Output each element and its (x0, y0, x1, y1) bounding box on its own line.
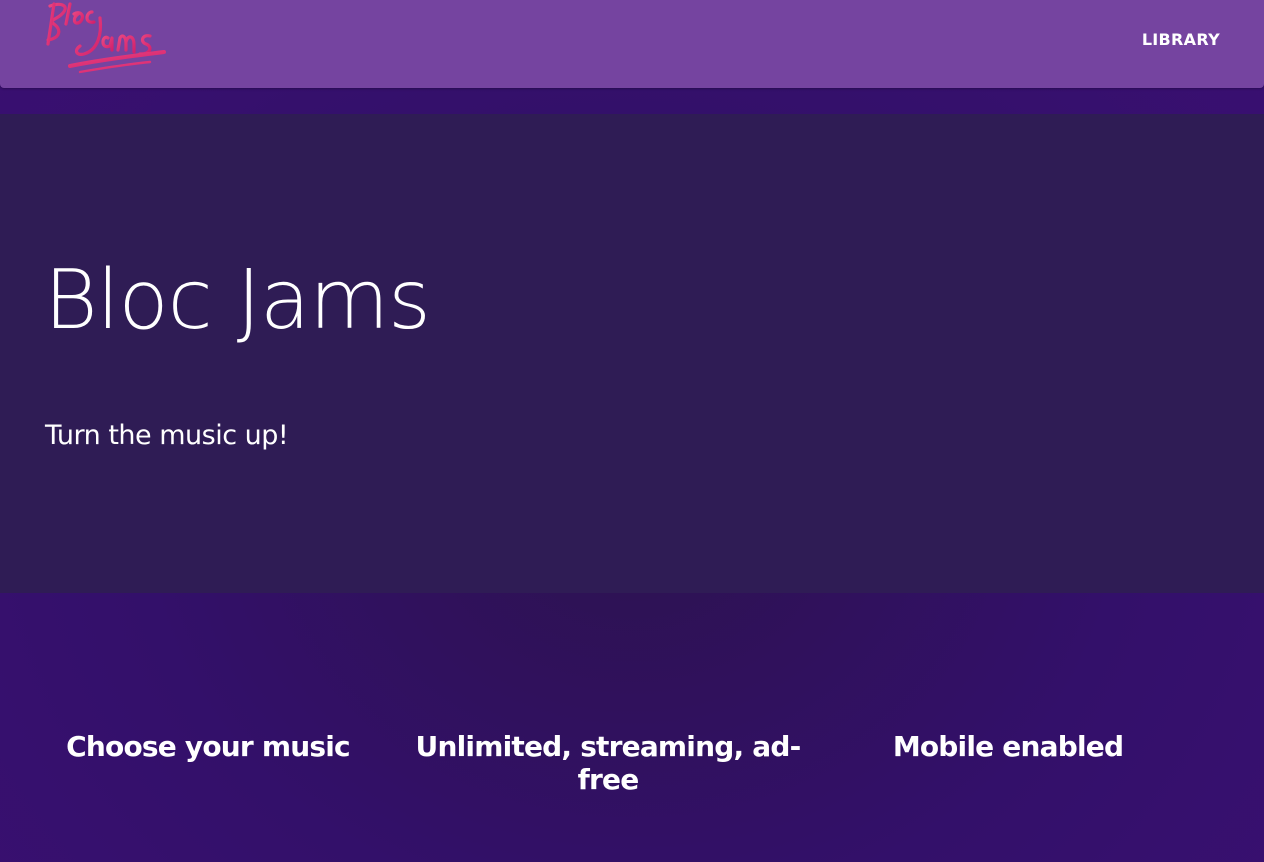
navbar: LIBRARY (0, 0, 1264, 88)
selling-point: Unlimited, streaming, ad-free (408, 730, 808, 796)
hero-section: Bloc Jams Turn the music up! (0, 114, 1264, 593)
selling-point-title: Mobile enabled (892, 730, 1124, 763)
hero-title: Bloc Jams (44, 253, 431, 348)
nav-link-library[interactable]: LIBRARY (1142, 30, 1220, 49)
selling-point: Choose your music (8, 730, 408, 763)
selling-point: Mobile enabled (808, 730, 1208, 763)
selling-points-section: Choose your music Unlimited, streaming, … (0, 593, 1264, 862)
bloc-jams-logo[interactable] (40, 0, 172, 84)
selling-point-title: Choose your music (66, 730, 351, 763)
selling-point-title: Unlimited, streaming, ad-free (415, 730, 802, 796)
logo-script-image (46, 2, 166, 74)
hero-tagline: Turn the music up! (45, 420, 289, 451)
